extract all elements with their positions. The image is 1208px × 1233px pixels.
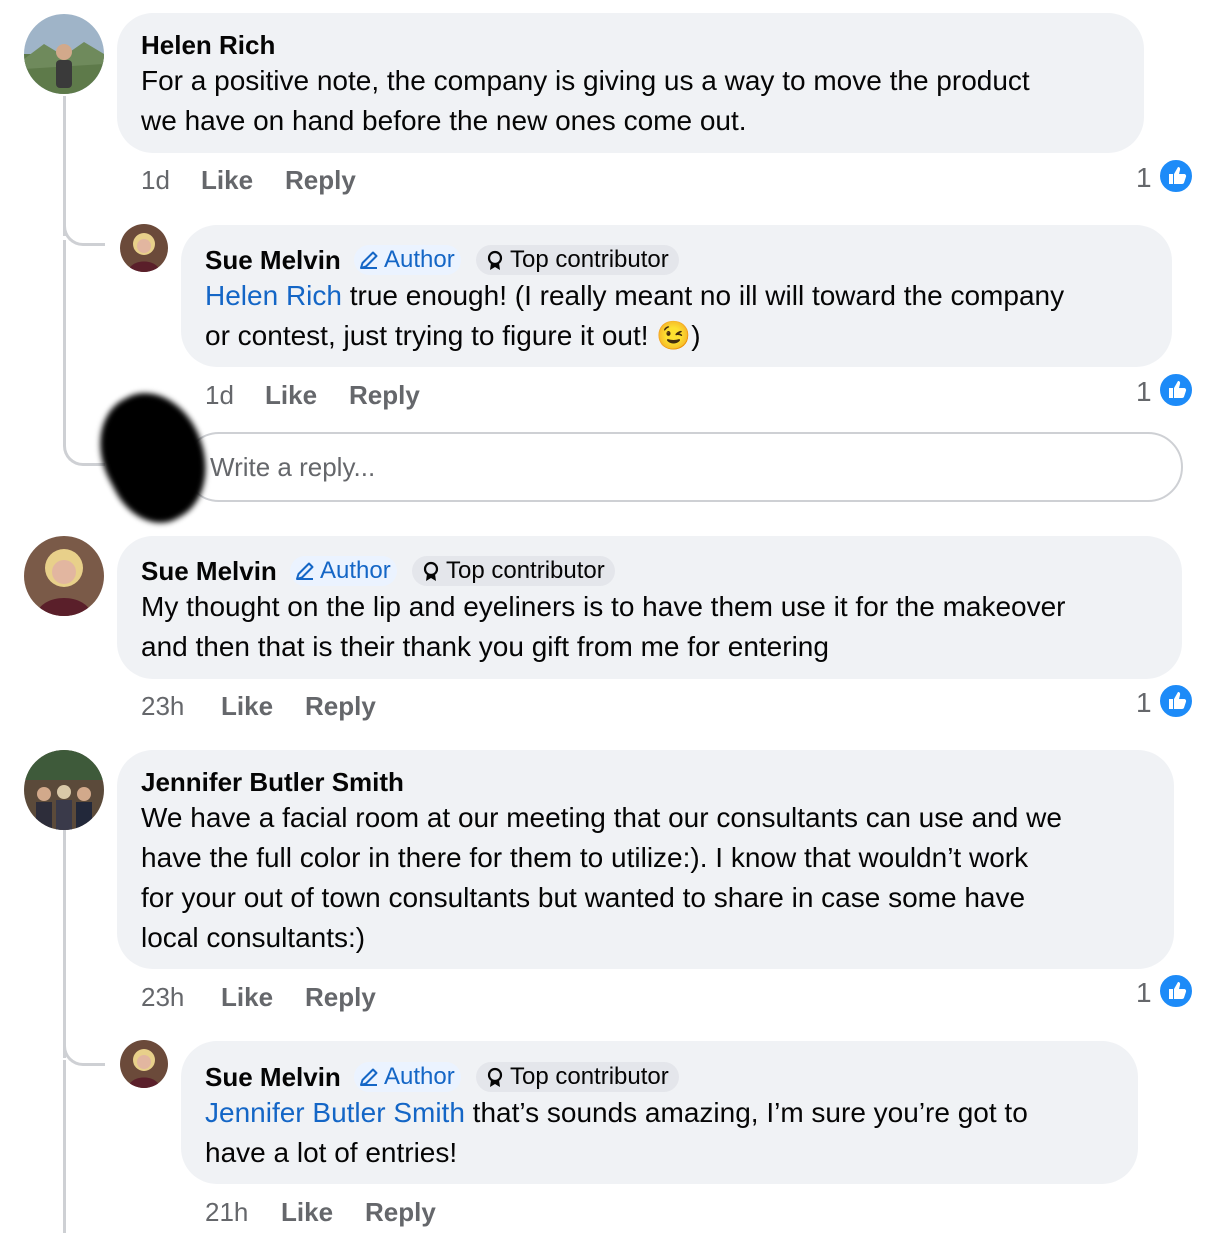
author-badge-label: Author	[320, 557, 391, 584]
author-badge-label: Author	[384, 1063, 455, 1090]
comment-text-line: My thought on the lip and eyeliners is t…	[141, 591, 1066, 622]
comment-author[interactable]: Sue Melvin	[141, 556, 277, 587]
thumbs-up-icon[interactable]	[1158, 158, 1194, 194]
reply-button[interactable]: Reply	[285, 165, 356, 196]
comment-timestamp[interactable]: 1d	[141, 165, 170, 196]
author-badge-label: Author	[384, 246, 455, 273]
thumbs-up-icon[interactable]	[1158, 973, 1194, 1009]
comment-text-line: We have a facial room at our meeting tha…	[141, 802, 1062, 833]
comment-text-line: for your out of town consultants but wan…	[141, 882, 1026, 913]
pencil-icon	[360, 1068, 378, 1086]
comment-text-line: that’s sounds amazing, I’m sure you’re g…	[464, 1097, 1028, 1128]
like-button[interactable]: Like	[221, 982, 273, 1013]
comment-timestamp[interactable]: 21h	[205, 1197, 248, 1228]
reply-input-box[interactable]	[184, 432, 1183, 502]
comment-text: We have a facial room at our meeting tha…	[141, 798, 1062, 958]
comment-text: Jennifer Butler Smith that’s sounds amaz…	[205, 1093, 1028, 1173]
avatar[interactable]	[24, 536, 104, 616]
pencil-icon	[360, 251, 378, 269]
top-contributor-badge: Top contributor	[476, 245, 679, 275]
pencil-icon	[296, 562, 314, 580]
top-contributor-label: Top contributor	[446, 557, 605, 584]
comment-text-line: have the full color in there for them to…	[141, 842, 1029, 873]
mention-link[interactable]: Jennifer Butler Smith	[205, 1097, 465, 1128]
like-button[interactable]: Like	[221, 691, 273, 722]
like-button[interactable]: Like	[201, 165, 253, 196]
reaction-count[interactable]: 1	[1136, 687, 1152, 719]
comment-text-line: For a positive note, the company is givi…	[141, 65, 1030, 96]
thread-connector	[63, 420, 105, 466]
thread-line	[63, 1060, 66, 1233]
comment-text: For a positive note, the company is givi…	[141, 61, 1030, 141]
author-badge: Author	[290, 556, 397, 586]
top-contributor-label: Top contributor	[510, 246, 669, 273]
like-button[interactable]: Like	[281, 1197, 333, 1228]
reply-button[interactable]: Reply	[349, 380, 420, 411]
avatar[interactable]	[120, 224, 168, 272]
comment-text-line: true enough! (I really meant no ill will…	[341, 280, 1065, 311]
top-contributor-badge: Top contributor	[412, 556, 615, 586]
avatar[interactable]	[120, 1040, 168, 1088]
comment-author[interactable]: Sue Melvin	[205, 245, 341, 276]
comment-text-tail: )	[691, 320, 701, 351]
comment-text: Helen Rich true enough! (I really meant …	[205, 276, 1064, 356]
avatar[interactable]	[24, 750, 104, 830]
reaction-count[interactable]: 1	[1136, 977, 1152, 1009]
author-badge: Author	[354, 1062, 461, 1092]
reaction-count[interactable]: 1	[1136, 376, 1152, 408]
thumbs-up-icon[interactable]	[1158, 372, 1194, 408]
author-badge: Author	[354, 245, 461, 275]
reply-input[interactable]	[186, 434, 1181, 500]
avatar[interactable]	[24, 14, 104, 94]
comment-text-line: or contest, just trying to figure it out…	[205, 320, 657, 351]
thread-connector	[63, 1020, 105, 1066]
award-ribbon-icon	[423, 561, 439, 581]
reply-button[interactable]: Reply	[305, 691, 376, 722]
award-ribbon-icon	[487, 250, 503, 270]
comment-timestamp[interactable]: 23h	[141, 691, 184, 722]
reply-button[interactable]: Reply	[305, 982, 376, 1013]
reaction-count[interactable]: 1	[1136, 162, 1152, 194]
reply-button[interactable]: Reply	[365, 1197, 436, 1228]
top-contributor-badge: Top contributor	[476, 1062, 679, 1092]
comment-text-line: and then that is their thank you gift fr…	[141, 631, 829, 662]
thread-line	[63, 240, 66, 440]
thread-connector	[63, 200, 105, 246]
comment-timestamp[interactable]: 23h	[141, 982, 184, 1013]
comment-author[interactable]: Jennifer Butler Smith	[141, 767, 404, 798]
comment-text-line: local consultants:)	[141, 922, 366, 953]
thumbs-up-icon[interactable]	[1158, 683, 1194, 719]
top-contributor-label: Top contributor	[510, 1063, 669, 1090]
comment-text: My thought on the lip and eyeliners is t…	[141, 587, 1066, 667]
mention-link[interactable]: Helen Rich	[205, 280, 342, 311]
comment-timestamp[interactable]: 1d	[205, 380, 234, 411]
winking-face-emoji: 😉	[656, 320, 692, 351]
like-button[interactable]: Like	[265, 380, 317, 411]
comment-text-line: we have on hand before the new ones come…	[141, 105, 747, 136]
award-ribbon-icon	[487, 1067, 503, 1087]
comment-text-line: have a lot of entries!	[205, 1137, 458, 1168]
comment-author[interactable]: Sue Melvin	[205, 1062, 341, 1093]
comment-author[interactable]: Helen Rich	[141, 30, 275, 61]
